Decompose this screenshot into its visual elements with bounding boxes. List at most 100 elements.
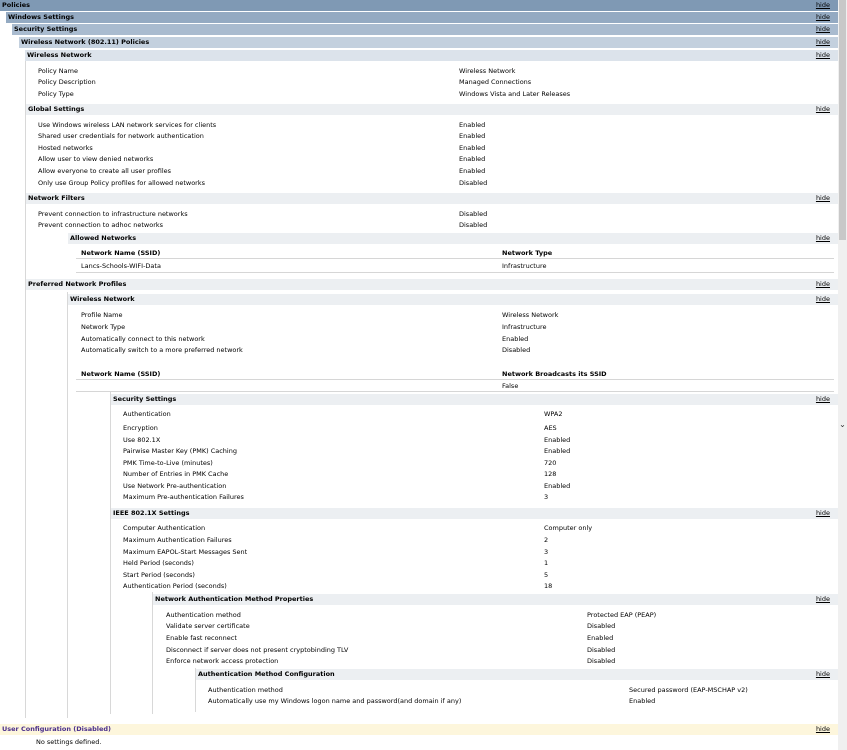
setting-label: Hosted networks bbox=[38, 144, 93, 152]
section-title: IEEE 802.1X Settings bbox=[113, 509, 190, 517]
section-amc: Authentication Method Configuration hide bbox=[196, 669, 838, 680]
section-title: Network Authentication Method Properties bbox=[155, 595, 314, 603]
indent-guide bbox=[25, 60, 26, 718]
section-title: Windows Settings bbox=[8, 13, 74, 21]
section-network-filters: Network Filters hide bbox=[26, 193, 838, 204]
section-policies: Policies hide bbox=[0, 0, 838, 11]
setting-value: Enabled bbox=[459, 132, 486, 140]
setting-value: Managed Connections bbox=[459, 78, 532, 86]
setting-label: Allow everyone to create all user profil… bbox=[38, 167, 172, 175]
hide-link[interactable]: hide bbox=[816, 50, 830, 61]
setting-value: Enabled bbox=[502, 335, 529, 343]
setting-value: Enabled bbox=[544, 447, 571, 455]
setting-label: Authentication method bbox=[208, 686, 283, 694]
hide-link[interactable]: hide bbox=[816, 669, 830, 680]
section-windows-settings: Windows Settings hide bbox=[6, 12, 838, 23]
setting-value: Secured password (EAP-MSCHAP v2) bbox=[629, 686, 748, 694]
setting-label: Network Type bbox=[81, 323, 126, 331]
indent-guide bbox=[67, 292, 68, 718]
divider bbox=[76, 272, 834, 273]
setting-value: Disabled bbox=[459, 210, 488, 218]
section-profile-security-settings: Security Settings hide bbox=[111, 394, 838, 405]
section-title: Wireless Network bbox=[27, 51, 92, 59]
hide-link[interactable]: hide bbox=[816, 37, 830, 48]
scroll-down-arrow-icon[interactable]: ⌄ bbox=[838, 420, 847, 430]
setting-label: Use Windows wireless LAN network service… bbox=[38, 121, 217, 129]
section-title: Network Filters bbox=[28, 194, 85, 202]
hide-link[interactable]: hide bbox=[816, 193, 830, 204]
setting-label: Policy Name bbox=[38, 67, 78, 75]
section-allowed-networks: Allowed Networks hide bbox=[68, 233, 838, 244]
setting-value: Enabled bbox=[544, 436, 571, 444]
setting-value: 720 bbox=[544, 459, 557, 467]
section-title: Wireless Network (802.11) Policies bbox=[21, 38, 150, 46]
indent-guide bbox=[110, 392, 111, 714]
setting-label: Computer Authentication bbox=[123, 524, 206, 532]
hide-link[interactable]: hide bbox=[816, 724, 830, 735]
section-profile-wireless-network: Wireless Network hide bbox=[68, 294, 838, 305]
setting-label: Policy Description bbox=[38, 78, 96, 86]
hide-link[interactable]: hide bbox=[816, 508, 830, 519]
no-settings-text: No settings defined. bbox=[36, 738, 102, 746]
hide-link[interactable]: hide bbox=[816, 279, 830, 290]
section-title: Wireless Network bbox=[70, 295, 135, 303]
setting-label: Authentication method bbox=[166, 611, 241, 619]
setting-label: Maximum Authentication Failures bbox=[123, 536, 232, 544]
setting-value: 2 bbox=[544, 536, 549, 544]
hide-link[interactable]: hide bbox=[816, 0, 830, 11]
setting-value: 18 bbox=[544, 582, 553, 590]
section-title: Preferred Network Profiles bbox=[28, 280, 127, 288]
section-title: Security Settings bbox=[14, 25, 78, 33]
hide-link[interactable]: hide bbox=[816, 594, 830, 605]
hide-link[interactable]: hide bbox=[816, 294, 830, 305]
setting-label: Automatically use my Windows logon name … bbox=[208, 697, 462, 705]
setting-label: Prevent connection to adhoc networks bbox=[38, 221, 164, 229]
setting-value: Disabled bbox=[587, 657, 616, 665]
indent-guide bbox=[152, 592, 153, 714]
setting-value: Enabled bbox=[459, 167, 486, 175]
setting-label: Validate server certificate bbox=[166, 622, 250, 630]
setting-label: Policy Type bbox=[38, 90, 74, 98]
column-header-ssid: Network Name (SSID) bbox=[81, 249, 161, 257]
table-cell-broadcast: False bbox=[502, 382, 519, 390]
setting-value: Enabled bbox=[629, 697, 656, 705]
setting-value: 128 bbox=[544, 470, 557, 478]
section-title: User Configuration (Disabled) bbox=[2, 725, 112, 733]
section-title: Security Settings bbox=[113, 395, 177, 403]
hide-link[interactable]: hide bbox=[816, 104, 830, 115]
setting-value: Wireless Network bbox=[502, 311, 559, 319]
setting-label: Enforce network access protection bbox=[166, 657, 279, 665]
setting-value: AES bbox=[544, 424, 557, 432]
setting-value: Enabled bbox=[459, 155, 486, 163]
setting-label: Authentication bbox=[123, 410, 171, 418]
vertical-scrollbar[interactable]: ⌄ bbox=[838, 0, 847, 750]
hide-link[interactable]: hide bbox=[816, 394, 830, 405]
setting-value: Disabled bbox=[587, 646, 616, 654]
setting-value: Disabled bbox=[459, 221, 488, 229]
section-title: Global Settings bbox=[28, 105, 85, 113]
scrollbar-thumb[interactable] bbox=[839, 0, 846, 240]
setting-label: Allow user to view denied networks bbox=[38, 155, 154, 163]
setting-value: Infrastructure bbox=[502, 323, 547, 331]
section-user-configuration: User Configuration (Disabled) hide bbox=[0, 724, 838, 735]
setting-label: PMK Time-to-Live (minutes) bbox=[123, 459, 213, 467]
divider bbox=[76, 391, 834, 392]
section-title: Policies bbox=[2, 1, 31, 9]
section-nam-properties: Network Authentication Method Properties… bbox=[153, 594, 838, 605]
section-global-settings: Global Settings hide bbox=[26, 104, 838, 115]
setting-label: Maximum EAPOL-Start Messages Sent bbox=[123, 548, 248, 556]
section-preferred-profiles: Preferred Network Profiles hide bbox=[26, 279, 838, 290]
setting-label: Encryption bbox=[123, 424, 158, 432]
hide-link[interactable]: hide bbox=[816, 24, 830, 35]
column-header-network-type: Network Type bbox=[502, 249, 553, 257]
setting-label: Automatically connect to this network bbox=[81, 335, 205, 343]
setting-value: Windows Vista and Later Releases bbox=[459, 90, 571, 98]
setting-value: Disabled bbox=[459, 179, 488, 187]
setting-value: Wireless Network bbox=[459, 67, 516, 75]
hide-link[interactable]: hide bbox=[816, 233, 830, 244]
section-wireless-network: Wireless Network hide bbox=[25, 50, 838, 61]
section-title: Allowed Networks bbox=[70, 234, 137, 242]
setting-label: Shared user credentials for network auth… bbox=[38, 132, 204, 140]
setting-value: Enabled bbox=[544, 482, 571, 490]
hide-link[interactable]: hide bbox=[816, 12, 830, 23]
